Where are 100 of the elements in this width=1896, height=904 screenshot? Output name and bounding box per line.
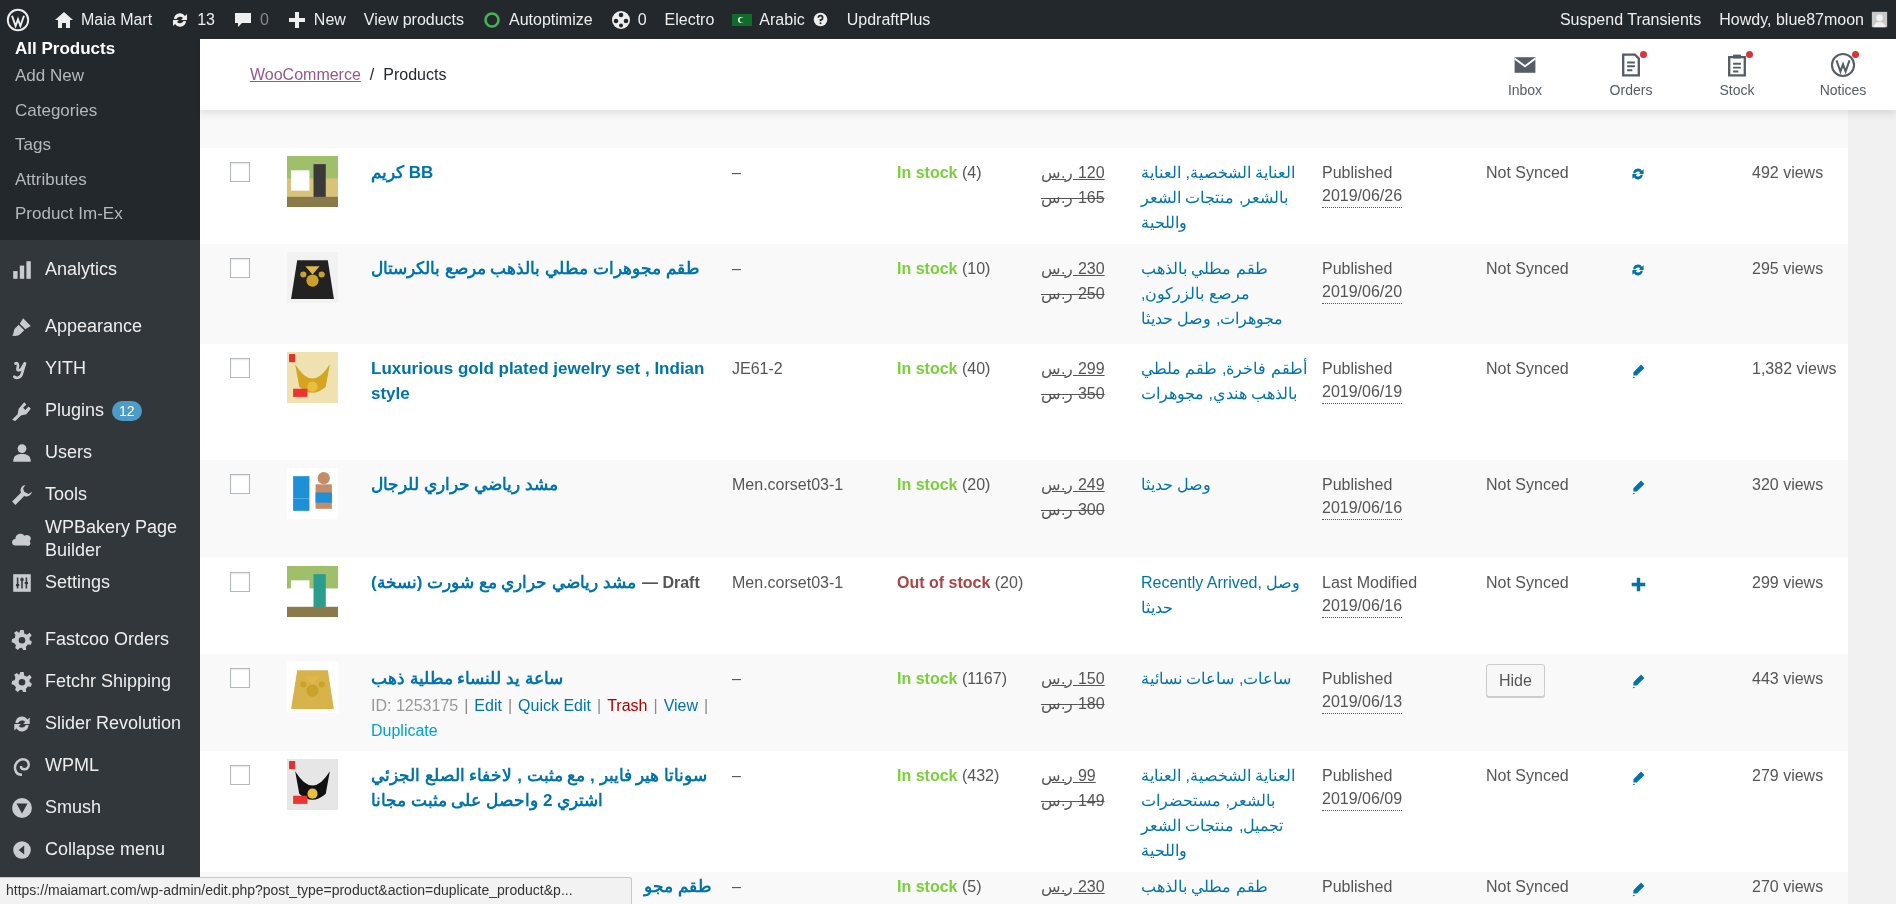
admin-bar-item[interactable]: 13 — [170, 9, 215, 30]
row-action-link[interactable]: Edit — [474, 693, 502, 718]
sync-status: Not Synced — [1486, 878, 1569, 895]
product-title-link[interactable]: Luxurious gold plated jewelry set , Indian style — [371, 356, 712, 406]
admin-bar-item[interactable]: Electro — [664, 10, 715, 29]
row-checkbox[interactable] — [230, 474, 250, 494]
admin-bar-item[interactable]: UpdraftPlus — [846, 10, 931, 29]
header-action[interactable]: Inbox — [1472, 51, 1578, 98]
sale-price: 249 ر.س — [1041, 475, 1105, 496]
product-title-link[interactable]: طقم مجو — [644, 874, 712, 899]
regular-price: 165 ر.س — [1041, 188, 1105, 209]
header-action[interactable]: Notices — [1790, 51, 1896, 98]
category-links[interactable]: Recently Arrived, وصل حديثا — [1141, 570, 1312, 620]
menu-item[interactable]: WPML — [0, 744, 200, 787]
row-action-link[interactable]: Quick Edit — [518, 693, 591, 718]
admin-bar-item[interactable]: Suspend Transients — [1559, 10, 1702, 29]
date-value: 2019/06/09 — [1322, 788, 1403, 811]
menu-item[interactable]: Fastcoo Orders — [0, 618, 200, 661]
link-preview-url: https://maiamart.com/wp-admin/edit.php?post_type=product&action=duplicate_product&p... — [0, 877, 632, 904]
menu-item[interactable]: Plugins 12 — [0, 389, 200, 432]
menu-item[interactable]: Analytics — [0, 248, 200, 291]
separator: | — [704, 696, 709, 716]
stock-status: In stock (10) — [897, 260, 991, 277]
breadcrumb-link[interactable]: WooCommerce — [250, 65, 361, 84]
stock-status: In stock (5) — [897, 878, 982, 895]
menu-item[interactable]: WPBakery Page Builder — [0, 515, 200, 562]
menu-item[interactable]: Collapse menu — [0, 828, 200, 871]
header-action[interactable]: Orders — [1578, 51, 1684, 98]
product-title-link[interactable]: مشد رياضي حراري مع شورت (نسخة) — [371, 570, 636, 595]
stock-status: Out of stock (20) — [897, 574, 1024, 591]
menu-item[interactable]: Users — [0, 431, 200, 474]
plug-icon — [11, 399, 33, 422]
home-icon — [54, 9, 74, 30]
category-links[interactable]: طقم مطلي بالذهب مرصع بالزركون, مجوهرات, وصل حديثا — [1141, 256, 1312, 331]
menu-item[interactable]: Slider Revolution — [0, 702, 200, 745]
gear-icon — [11, 670, 33, 693]
date-value: 2019/06/26 — [1322, 185, 1403, 208]
menu-item[interactable]: YITH — [0, 347, 200, 390]
row-checkbox[interactable] — [230, 765, 250, 785]
submenu-item[interactable]: Product Im-Ex — [0, 197, 200, 232]
row-action-link[interactable]: View — [663, 693, 698, 718]
menu-label: WPBakery Page Builder — [45, 515, 179, 562]
pencil-icon — [1630, 769, 1647, 786]
submenu-item[interactable]: All Products — [0, 39, 200, 59]
admin-bar-item[interactable]: 0 — [610, 9, 647, 30]
menu-label: Tools — [45, 483, 88, 506]
submenu-item[interactable]: Attributes — [0, 162, 200, 197]
submenu-item[interactable]: Categories — [0, 93, 200, 128]
category-links[interactable]: وصل حديثا — [1141, 472, 1312, 497]
admin-bar-item[interactable]: Howdy, blue87moon — [1719, 10, 1888, 29]
product-title-link[interactable]: ساعة يد للنساء مطلية ذهب — [371, 666, 563, 691]
collapse-icon — [11, 838, 33, 861]
menu-item[interactable]: Fetchr Shipping — [0, 660, 200, 703]
admin-bar-item[interactable]: View products — [363, 10, 465, 29]
admin-bar-item[interactable]: Maia Mart — [54, 9, 153, 30]
menu-label: Settings — [45, 571, 111, 594]
date-label: Published — [1322, 877, 1393, 897]
row-checkbox[interactable] — [230, 668, 250, 688]
product-title-link[interactable]: طقم مجوهرات مطلي بالذهب مرصع بالكرستال — [371, 256, 700, 281]
submenu-item[interactable]: Tags — [0, 128, 200, 163]
sale-price: 299 ر.س — [1041, 359, 1105, 380]
admin-bar-item[interactable]: 0 — [232, 9, 269, 30]
wrench-icon — [11, 483, 33, 506]
stock-status: In stock (4) — [897, 164, 982, 181]
category-links[interactable]: أطقم فاخرة, طقم ملطي بالذهب هندي, مجوهرات — [1141, 356, 1312, 406]
admin-bar-item[interactable]: Autoptimize — [482, 9, 593, 30]
breadcrumb-current: Products — [383, 65, 447, 84]
category-links[interactable]: العناية الشخصية, العناية بالشعر, منتجات الشعر واللحية — [1141, 160, 1312, 235]
row-checkbox[interactable] — [230, 258, 250, 278]
sync-status: Not Synced — [1486, 164, 1569, 181]
row-checkbox[interactable] — [230, 572, 250, 592]
view-count: 295 views — [1752, 260, 1824, 277]
category-links[interactable]: طقم مطلي بالذهب — [1141, 874, 1312, 899]
menu-label: Plugins — [45, 399, 105, 422]
row-checkbox[interactable] — [230, 358, 250, 378]
sync-status: Not Synced — [1486, 476, 1569, 493]
row-action-link[interactable]: Trash — [607, 693, 648, 718]
admin-bar-item[interactable]: New — [286, 9, 346, 30]
help-icon — [811, 11, 829, 28]
hide-button[interactable]: Hide — [1486, 664, 1545, 697]
menu-item[interactable]: Appearance — [0, 305, 200, 348]
product-title-link[interactable]: سوناتا هير فايبر , مع مثبت , لاخفاء الصلع الجزئي اشتري 2 واحصل على مثبت مجانا — [371, 763, 712, 813]
category-links[interactable]: العناية الشخصية, العناية بالشعر, مستحضرات تجميل, منتجات الشعر واللحية — [1141, 763, 1312, 863]
menu-item[interactable]: Smush — [0, 786, 200, 829]
product-title-link[interactable]: مشد رياضي حراري للرجال — [371, 472, 559, 497]
menu-item[interactable]: Tools — [0, 473, 200, 516]
date-label: Published — [1322, 259, 1393, 279]
date-label: Published — [1322, 163, 1393, 183]
admin-bar-item[interactable]: Arabic — [732, 9, 829, 30]
header-action[interactable]: Stock — [1684, 51, 1790, 98]
product-title-link[interactable]: كريم BB — [371, 160, 434, 185]
submenu-item[interactable]: Add New — [0, 59, 200, 94]
stock-status: In stock (20) — [897, 476, 991, 493]
category-links[interactable]: ساعات, ساعات نسائية — [1141, 666, 1312, 691]
row-checkbox[interactable] — [230, 162, 250, 182]
gear-icon — [11, 628, 33, 651]
menu-item[interactable]: Settings — [0, 561, 200, 604]
view-count: 279 views — [1752, 767, 1824, 784]
breadcrumb-separator: / — [369, 65, 375, 84]
stock-status: In stock (40) — [897, 360, 991, 377]
